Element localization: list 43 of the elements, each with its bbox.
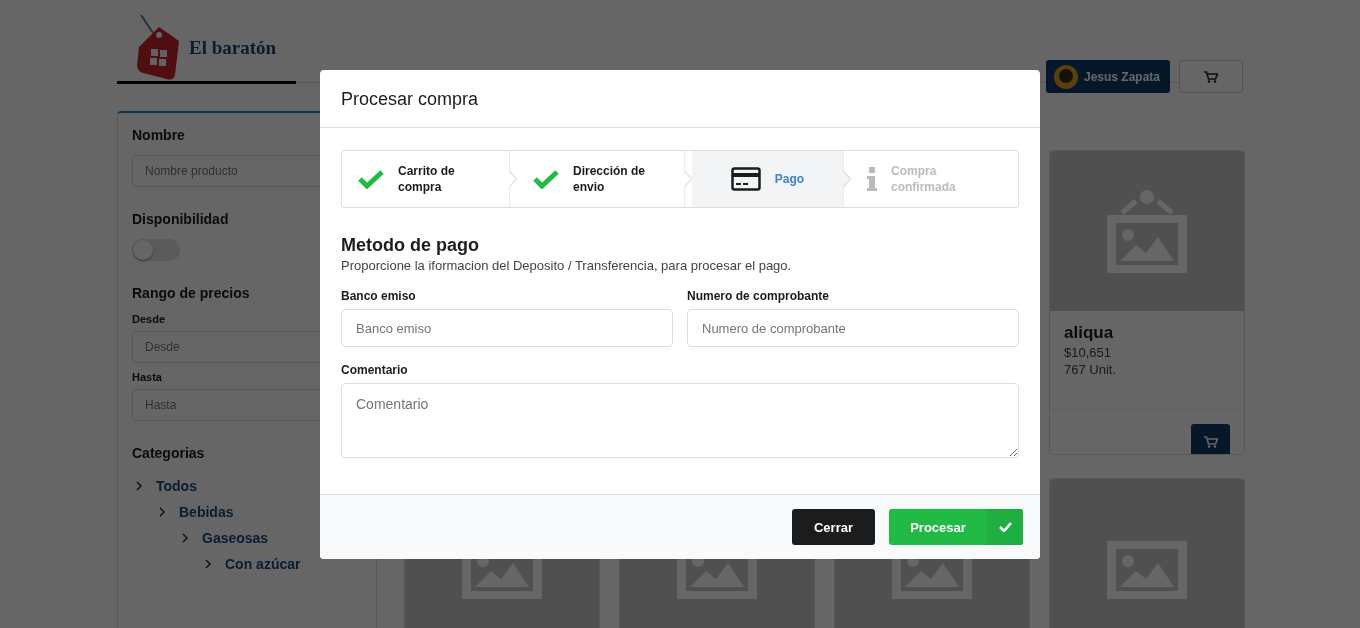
category-link[interactable]: Bebidas (179, 504, 234, 520)
check-icon (533, 169, 559, 189)
product-price: $10,651 (1064, 345, 1112, 360)
credit-card-icon (730, 167, 761, 191)
step: Compra confirmada (851, 151, 1018, 207)
chevron-icon (136, 481, 142, 491)
input-field[interactable]: Numero de comprobante (687, 309, 1019, 347)
chevron-icon (182, 533, 188, 543)
category-link[interactable]: Todos (156, 478, 197, 494)
chevron-icon (159, 507, 165, 517)
brand-name[interactable]: El baratón (189, 36, 277, 59)
product-stock: 767 Unit. (1064, 362, 1118, 377)
field-label: Numero de comprobante (687, 289, 831, 303)
process-button[interactable]: Procesar (889, 509, 1023, 545)
field-label: Comentario (341, 363, 409, 377)
add-to-cart-button[interactable] (1191, 424, 1230, 454)
cart-icon (1204, 70, 1218, 83)
cart-button[interactable] (1179, 60, 1243, 93)
step: Dirección de envio (517, 151, 684, 207)
comment-field[interactable]: Comentario (341, 383, 1019, 458)
info-icon (867, 167, 877, 191)
section-heading: Metodo de pago (341, 235, 480, 256)
category-link[interactable]: Con azúcar (225, 556, 301, 572)
check-icon (998, 522, 1012, 532)
filter-label: Disponibilidad (132, 211, 229, 227)
avatar-icon (1053, 64, 1078, 89)
section-description: Proporcione la iformacion del Deposito / Transferencia, para procesar el pago. (341, 258, 793, 273)
check-icon (358, 169, 384, 189)
field-label: Desde (132, 313, 166, 325)
product-name: aliqua (1064, 323, 1115, 343)
filter-label: Rango de precios (132, 285, 250, 301)
user-button[interactable]: Jesus Zapata (1045, 60, 1170, 93)
dialog-title: Procesar compra (320, 70, 1040, 128)
field-label: Hasta (132, 371, 162, 383)
cart-icon (1203, 436, 1218, 448)
field-label: Banco emiso (341, 289, 417, 303)
close-button[interactable]: Cerrar (792, 509, 875, 545)
category-link[interactable]: Gaseosas (202, 530, 269, 546)
input-field[interactable]: Banco emiso (341, 309, 673, 347)
filter-label: Nombre (132, 127, 185, 143)
availability-toggle[interactable] (132, 239, 180, 261)
filter-label: Categorias (132, 445, 205, 461)
chevron-icon (205, 559, 211, 569)
